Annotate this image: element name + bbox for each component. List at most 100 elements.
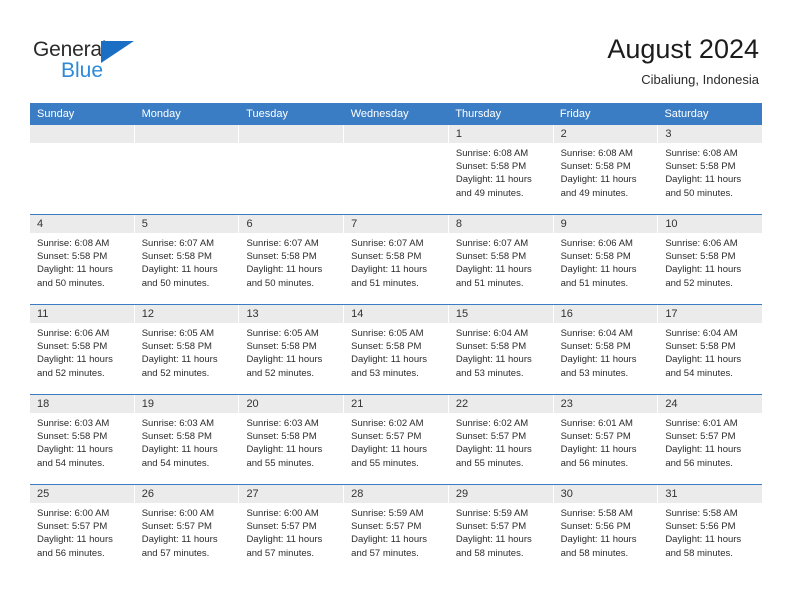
daylight-text-line1: Daylight: 11 hours (560, 264, 637, 276)
day-sun-info: Sunrise: 6:02 AM Sunset: 5:57 PM Daylight:… (344, 413, 448, 476)
day-cell[interactable]: 9 Sunrise: 6:06 AM Sunset: 5:58 PM Daylight… (553, 215, 659, 304)
day-number: 6 (239, 215, 344, 233)
day-sun-info: Sunrise: 6:04 AM Sunset: 5:58 PM Daylight:… (554, 323, 658, 386)
daylight-text-line2: and 58 minutes. (665, 547, 733, 559)
day-cell[interactable]: 5 Sunrise: 6:07 AM Sunset: 5:58 PM Daylight… (134, 215, 240, 304)
day-sun-info: Sunrise: 6:03 AM Sunset: 5:58 PM Daylight:… (135, 413, 239, 476)
day-cell[interactable]: 8 Sunrise: 6:07 AM Sunset: 5:58 PM Daylight… (448, 215, 554, 304)
daylight-text-line2: and 56 minutes. (37, 547, 105, 559)
day-sun-info: Sunrise: 6:03 AM Sunset: 5:58 PM Daylight:… (239, 413, 343, 476)
daylight-text-line2: and 57 minutes. (246, 547, 315, 559)
week-row: 4 Sunrise: 6:08 AM Sunset: 5:58 PM Daylight… (30, 214, 763, 304)
day-sun-info: Sunrise: 6:03 AM Sunset: 5:58 PM Daylight:… (30, 413, 134, 476)
sunset-text: Sunset: 5:58 PM (141, 251, 212, 263)
day-cell[interactable]: 4 Sunrise: 6:08 AM Sunset: 5:58 PM Daylight… (30, 215, 135, 304)
daylight-text-line1: Daylight: 11 hours (37, 354, 113, 366)
daylight-text-line2: and 55 minutes. (455, 457, 524, 469)
day-number: 18 (30, 395, 134, 413)
day-number: 17 (658, 305, 763, 323)
sunset-text: Sunset: 5:57 PM (665, 431, 736, 443)
day-number: 19 (134, 395, 239, 413)
day-cell[interactable]: 12 Sunrise: 6:05 AM Sunset: 5:58 PM Dayligh… (134, 305, 240, 394)
day-sun-info: Sunrise: 5:59 AM Sunset: 5:57 PM Daylight:… (344, 503, 448, 566)
daylight-text-line2: and 52 minutes. (37, 367, 105, 379)
day-cell[interactable]: 7 Sunrise: 6:07 AM Sunset: 5:58 PM Daylight… (344, 215, 449, 304)
daylight-text-line2: and 56 minutes. (560, 457, 629, 469)
daylight-text-line1: Daylight: 11 hours (455, 174, 532, 186)
daylight-text-line1: Daylight: 11 hours (455, 534, 532, 546)
day-number: 31 (658, 485, 763, 503)
day-number: 11 (30, 305, 134, 323)
day-cell[interactable]: 23 Sunrise: 6:01 AM Sunset: 5:57 PM Dayligh… (553, 395, 659, 484)
day-cell[interactable]: 21 Sunrise: 6:02 AM Sunset: 5:57 PM Dayligh… (344, 395, 449, 484)
logo[interactable]: General Blue (33, 38, 163, 84)
day-cell[interactable]: 18 Sunrise: 6:03 AM Sunset: 5:58 PM Dayligh… (30, 395, 135, 484)
daylight-text-line2: and 50 minutes. (246, 277, 315, 289)
sunrise-text: Sunrise: 5:58 AM (665, 508, 738, 519)
day-number: 7 (344, 215, 448, 233)
sunset-text: Sunset: 5:57 PM (141, 521, 212, 533)
daylight-text-line1: Daylight: 11 hours (37, 534, 113, 546)
day-number: 28 (344, 485, 448, 503)
daylight-text-line2: and 56 minutes. (665, 457, 733, 469)
day-number: 30 (553, 485, 658, 503)
daylight-text-line1: Daylight: 11 hours (455, 354, 532, 366)
day-cell[interactable]: 11 Sunrise: 6:06 AM Sunset: 5:58 PM Dayligh… (30, 305, 135, 394)
sunset-text: Sunset: 5:58 PM (455, 161, 527, 173)
weekday-header-tuesday: Tuesday (246, 108, 288, 120)
sunrise-text: Sunrise: 6:07 AM (455, 238, 529, 249)
day-cell[interactable]: 30 Sunrise: 5:58 AM Sunset: 5:56 PM Dayligh… (553, 485, 659, 577)
day-sun-info: Sunrise: 6:00 AM Sunset: 5:57 PM Daylight:… (30, 503, 134, 566)
day-sun-info: Sunrise: 6:07 AM Sunset: 5:58 PM Daylight:… (344, 233, 448, 296)
day-cell[interactable]: 2 Sunrise: 6:08 AM Sunset: 5:58 PM Daylight… (553, 125, 659, 214)
sunset-text: Sunset: 5:58 PM (560, 161, 631, 173)
daylight-text-line1: Daylight: 11 hours (246, 534, 323, 546)
page-subtitle: Cibaliung, Indonesia (641, 72, 759, 87)
day-cell[interactable]: 24 Sunrise: 6:01 AM Sunset: 5:57 PM Dayligh… (658, 395, 763, 484)
day-sun-info: Sunrise: 6:08 AM Sunset: 5:58 PM Daylight:… (658, 143, 762, 206)
day-cell[interactable]: 6 Sunrise: 6:07 AM Sunset: 5:58 PM Daylight… (239, 215, 345, 304)
daylight-text-line2: and 51 minutes. (455, 277, 524, 289)
sunrise-text: Sunrise: 5:59 AM (351, 508, 424, 519)
day-cell-empty (239, 125, 345, 214)
sunrise-text: Sunrise: 6:07 AM (351, 238, 424, 249)
day-sun-info: Sunrise: 5:58 AM Sunset: 5:56 PM Daylight:… (658, 503, 762, 566)
day-cell[interactable]: 25 Sunrise: 6:00 AM Sunset: 5:57 PM Dayligh… (30, 485, 135, 577)
day-cell-empty (344, 125, 449, 214)
day-cell[interactable]: 10 Sunrise: 6:06 AM Sunset: 5:58 PM Dayligh… (658, 215, 763, 304)
sunrise-text: Sunrise: 6:03 AM (37, 418, 110, 429)
day-cell[interactable]: 14 Sunrise: 6:05 AM Sunset: 5:58 PM Dayligh… (344, 305, 449, 394)
day-number: 13 (239, 305, 344, 323)
day-cell[interactable]: 22 Sunrise: 6:02 AM Sunset: 5:57 PM Dayligh… (448, 395, 554, 484)
day-number: 29 (448, 485, 553, 503)
day-cell[interactable]: 17 Sunrise: 6:04 AM Sunset: 5:58 PM Dayligh… (658, 305, 763, 394)
daylight-text-line2: and 50 minutes. (37, 277, 105, 289)
day-cell[interactable]: 15 Sunrise: 6:04 AM Sunset: 5:58 PM Dayligh… (448, 305, 554, 394)
day-cell[interactable]: 3 Sunrise: 6:08 AM Sunset: 5:58 PM Daylight… (658, 125, 763, 214)
sunset-text: Sunset: 5:58 PM (37, 431, 108, 443)
daylight-text-line2: and 54 minutes. (37, 457, 105, 469)
daylight-text-line1: Daylight: 11 hours (37, 264, 113, 276)
day-number: 12 (134, 305, 239, 323)
day-cell[interactable]: 19 Sunrise: 6:03 AM Sunset: 5:58 PM Dayligh… (134, 395, 240, 484)
daylight-text-line1: Daylight: 11 hours (455, 264, 532, 276)
day-cell[interactable]: 31 Sunrise: 5:58 AM Sunset: 5:56 PM Dayligh… (658, 485, 763, 577)
day-cell[interactable]: 27 Sunrise: 6:00 AM Sunset: 5:57 PM Dayligh… (239, 485, 345, 577)
day-number: 24 (658, 395, 763, 413)
day-cell[interactable]: 16 Sunrise: 6:04 AM Sunset: 5:58 PM Dayligh… (553, 305, 659, 394)
day-cell[interactable]: 20 Sunrise: 6:03 AM Sunset: 5:58 PM Dayligh… (239, 395, 345, 484)
day-cell[interactable]: 29 Sunrise: 5:59 AM Sunset: 5:57 PM Dayligh… (448, 485, 554, 577)
calendar-grid: Sunday Monday Tuesday Wednesday Thursday Frid… (30, 103, 763, 577)
day-sun-info: Sunrise: 6:02 AM Sunset: 5:57 PM Daylight:… (449, 413, 553, 476)
week-row: 25 Sunrise: 6:00 AM Sunset: 5:57 PM Dayligh… (30, 484, 763, 577)
day-cell[interactable]: 13 Sunrise: 6:05 AM Sunset: 5:58 PM Dayligh… (239, 305, 345, 394)
daylight-text-line2: and 52 minutes. (141, 367, 210, 379)
sunset-text: Sunset: 5:58 PM (246, 251, 317, 263)
day-number (344, 125, 448, 143)
day-cell[interactable]: 28 Sunrise: 5:59 AM Sunset: 5:57 PM Dayligh… (344, 485, 449, 577)
sunrise-text: Sunrise: 6:08 AM (455, 148, 529, 159)
day-cell[interactable]: 1 Sunrise: 6:08 AM Sunset: 5:58 PM Daylight… (448, 125, 554, 214)
day-cell[interactable]: 26 Sunrise: 6:00 AM Sunset: 5:57 PM Dayligh… (134, 485, 240, 577)
daylight-text-line2: and 57 minutes. (351, 547, 419, 559)
weekday-header-monday: Monday (141, 108, 181, 120)
